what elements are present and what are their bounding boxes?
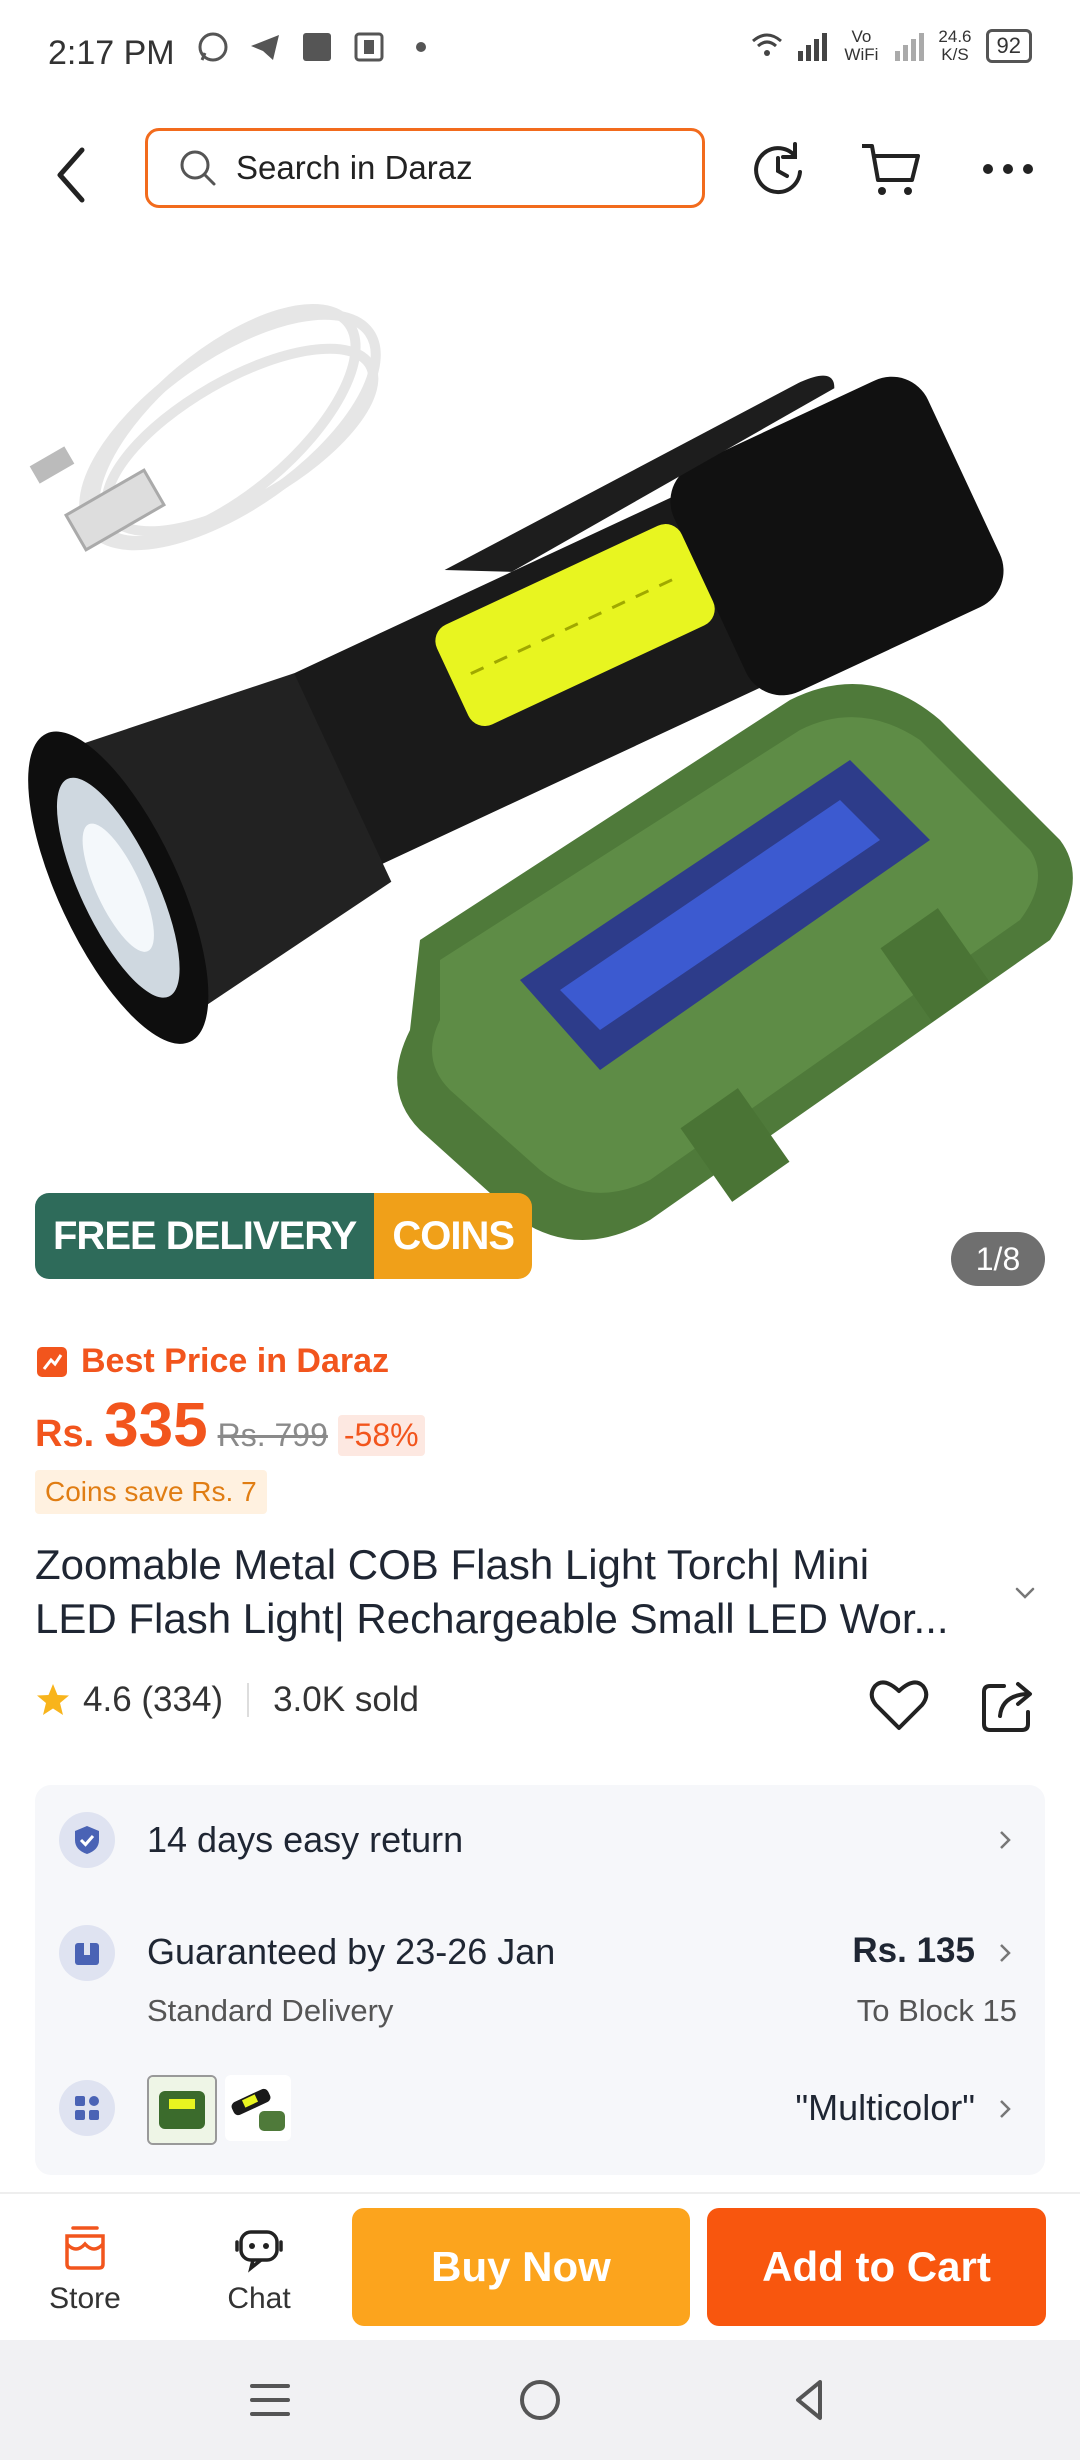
- promo-badges: FREE DELIVERY COINS: [35, 1193, 533, 1279]
- square-icon: [303, 33, 331, 61]
- bottom-action-bar: Store Chat Buy Now Add to Cart: [0, 2192, 1080, 2342]
- star-icon: [37, 1684, 69, 1715]
- cart-icon[interactable]: [858, 136, 924, 202]
- chevron-right-icon: [1000, 1944, 1011, 1962]
- current-price: 335: [104, 1391, 208, 1460]
- store-label: Store: [49, 2282, 121, 2315]
- home-icon[interactable]: [510, 2370, 570, 2430]
- divider: [247, 1683, 250, 1717]
- coins-badge: COINS: [374, 1193, 533, 1279]
- app-icon: [354, 32, 384, 62]
- add-to-cart-button[interactable]: Add to Cart: [707, 2208, 1046, 2326]
- product-title-line-1: Zoomable Metal COB Flash Light Torch| Mi…: [35, 1541, 870, 1588]
- delivery-row[interactable]: Guaranteed by 23-26 Jan Standard Deliver…: [35, 1895, 1045, 2045]
- discount-badge: -58%: [337, 1415, 425, 1456]
- best-price-label: Best Price in Daraz: [81, 1342, 390, 1380]
- top-header: Search in Daraz: [0, 110, 1080, 240]
- product-image-gallery[interactable]: [0, 240, 1080, 1302]
- recent-apps-icon[interactable]: [240, 2370, 300, 2430]
- network-speed: 24.6 K/S: [938, 28, 971, 64]
- status-time: 2:17 PM: [48, 34, 175, 72]
- search-icon: [180, 150, 216, 186]
- buy-now-button[interactable]: Buy Now: [352, 2208, 690, 2326]
- network-speed-value: 24.6: [938, 27, 972, 46]
- heart-icon[interactable]: [866, 1672, 932, 1738]
- battery-indicator: 92: [985, 29, 1032, 63]
- delivery-type-text: Standard Delivery: [147, 1993, 394, 2028]
- network-speed-unit: K/S: [941, 45, 969, 64]
- vowifi-label: Vo WiFi: [844, 27, 879, 64]
- product-title-line-2: LED Flash Light| Rechargeable Small LED …: [35, 1595, 949, 1642]
- search-placeholder: Search in Daraz: [236, 149, 473, 186]
- variant-thumbnail-1[interactable]: [147, 2075, 217, 2145]
- signal-icon-2: [895, 31, 925, 61]
- return-policy-text: 14 days easy return: [147, 1819, 464, 1860]
- telegram-icon: [251, 35, 279, 60]
- price-tag-icon: [37, 1346, 67, 1377]
- chevron-down-icon[interactable]: [1010, 1578, 1040, 1608]
- back-nav-icon[interactable]: [780, 2370, 840, 2430]
- signal-icon: [798, 31, 828, 61]
- sold-count: 3.0K sold: [273, 1680, 420, 1719]
- free-delivery-badge: FREE DELIVERY: [35, 1193, 375, 1279]
- whatsapp-icon: [198, 32, 228, 62]
- history-icon[interactable]: [745, 136, 811, 202]
- delivery-box-icon: [59, 1925, 115, 1981]
- status-bar: 2:17 PM Vo WiFi 24.6 K/S 92: [0, 0, 1080, 110]
- chevron-right-icon: [1000, 1831, 1011, 1849]
- status-notification-icons: [196, 30, 438, 64]
- price-currency: Rs.: [35, 1413, 95, 1455]
- selected-variant: "Multicolor": [795, 2087, 975, 2128]
- chevron-right-icon: [1000, 2100, 1011, 2118]
- price-row: Rs. 335 Rs. 799 -58%: [35, 1390, 425, 1461]
- store-button[interactable]: Store: [20, 2222, 150, 2316]
- shield-check-icon: [59, 1812, 115, 1868]
- delivery-fee: Rs. 135: [852, 1931, 975, 1970]
- search-input[interactable]: Search in Daraz: [145, 128, 705, 208]
- original-price: Rs. 799: [217, 1417, 328, 1453]
- system-navigation-bar: [0, 2340, 1080, 2460]
- image-page-counter: 1/8: [951, 1232, 1045, 1286]
- variant-thumbnail-2[interactable]: [225, 2075, 291, 2141]
- back-arrow-icon[interactable]: [48, 140, 98, 210]
- status-system-icons: Vo WiFi 24.6 K/S 92: [750, 28, 1032, 64]
- more-icon[interactable]: [975, 136, 1041, 202]
- store-icon: [65, 2226, 105, 2270]
- coins-save-label: Coins save Rs. 7: [35, 1470, 267, 1514]
- best-price-banner: Best Price in Daraz: [35, 1342, 389, 1381]
- variant-grid-icon: [59, 2080, 115, 2136]
- wifi-icon: [752, 33, 783, 56]
- product-image: [28, 304, 1073, 1240]
- variant-row[interactable]: "Multicolor": [35, 2045, 1045, 2175]
- chat-button[interactable]: Chat: [194, 2222, 324, 2316]
- chat-label: Chat: [227, 2282, 291, 2315]
- share-icon[interactable]: [976, 1672, 1042, 1738]
- return-policy-row[interactable]: 14 days easy return: [35, 1785, 1045, 1895]
- service-info-card: 14 days easy return Guaranteed by 23-26 …: [35, 1785, 1045, 2175]
- product-title[interactable]: Zoomable Metal COB Flash Light Torch| Mi…: [35, 1538, 995, 1646]
- delivery-guarantee-text: Guaranteed by 23-26 Jan: [147, 1931, 556, 1972]
- dot-icon: [416, 42, 426, 52]
- chat-icon: [235, 2230, 283, 2273]
- rating-row[interactable]: 4.6 (334) 3.0K sold: [35, 1680, 419, 1720]
- delivery-destination: To Block 15: [856, 1993, 1017, 2028]
- rating-value: 4.6 (334): [83, 1680, 224, 1719]
